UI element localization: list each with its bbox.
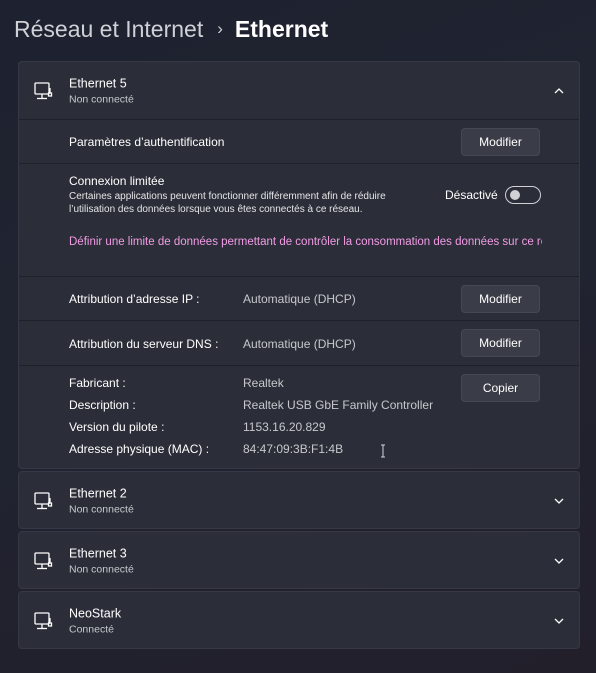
adapter-header-ethernet-5[interactable]: Ethernet 5 Non connecté: [19, 62, 579, 120]
metered-title: Connexion limitée: [69, 174, 165, 188]
adapter-card-ethernet-2[interactable]: Ethernet 2 Non connecté: [18, 471, 580, 529]
chevron-down-icon[interactable]: [553, 555, 565, 567]
manufacturer-value: Realtek: [243, 376, 284, 390]
adapter-card-neostark[interactable]: NeoStark Connecté: [18, 591, 580, 649]
ip-edit-button[interactable]: Modifier: [461, 285, 540, 313]
dns-edit-button[interactable]: Modifier: [461, 329, 540, 357]
auth-settings-row: Paramètres d’authentification Modifier: [19, 120, 579, 164]
metered-description: Certaines applications peuvent fonctionn…: [69, 191, 386, 215]
ethernet-icon: [34, 492, 53, 510]
ip-assignment-value: Automatique (DHCP): [243, 292, 356, 306]
adapter-name: Ethernet 5: [69, 76, 127, 90]
data-limit-link[interactable]: Définir une limite de données permettant…: [69, 236, 542, 248]
adapter-name: Ethernet 3: [69, 546, 127, 561]
ethernet-icon: [34, 81, 53, 99]
page-title: Ethernet: [234, 15, 329, 42]
text-cursor-icon: [381, 444, 385, 458]
ip-assignment-label: Attribution d’adresse IP :: [69, 292, 200, 306]
breadcrumb: Réseau et Internet › Ethernet: [14, 12, 328, 46]
ethernet-icon: [34, 612, 53, 630]
adapter-properties: Fabricant : Realtek Description : Realte…: [19, 366, 579, 470]
chevron-up-icon[interactable]: [553, 85, 565, 97]
driver-version-label: Version du pilote :: [69, 420, 165, 434]
driver-version-value: 1153.16.20.829: [243, 420, 326, 434]
adapter-status: Connecté: [69, 623, 114, 636]
adapter-card-ethernet-5: Ethernet 5 Non connecté Paramètres d’aut…: [18, 61, 580, 469]
adapter-name: Ethernet 2: [69, 486, 127, 501]
breadcrumb-parent-link[interactable]: Réseau et Internet: [14, 16, 203, 43]
adapter-status: Non connecté: [69, 563, 134, 576]
description-value: Realtek USB GbE Family Controller: [243, 398, 434, 412]
metered-toggle-label: Désactivé: [445, 188, 498, 202]
chevron-down-icon[interactable]: [553, 495, 565, 507]
metered-toggle[interactable]: [505, 186, 541, 204]
dns-assignment-row: Attribution du serveur DNS : Automatique…: [19, 321, 579, 366]
ethernet-icon: [34, 552, 53, 570]
metered-connection-row: Connexion limitée Certaines applications…: [19, 164, 579, 277]
adapter-name: NeoStark: [69, 606, 122, 621]
adapter-status: Non connecté: [69, 503, 134, 516]
manufacturer-label: Fabricant :: [69, 376, 126, 390]
adapter-status: Non connecté: [69, 93, 134, 105]
auth-edit-button[interactable]: Modifier: [461, 128, 540, 156]
adapter-card-ethernet-3[interactable]: Ethernet 3 Non connecté: [18, 531, 580, 589]
mac-address-label: Adresse physique (MAC) :: [69, 442, 210, 456]
description-label: Description :: [69, 398, 136, 412]
mac-address-value: 84:47:09:3B:F1:4B: [243, 442, 344, 456]
copy-button[interactable]: Copier: [461, 374, 540, 402]
dns-assignment-value: Automatique (DHCP): [243, 337, 356, 351]
ip-assignment-row: Attribution d’adresse IP : Automatique (…: [19, 277, 579, 321]
dns-assignment-label: Attribution du serveur DNS :: [69, 337, 219, 351]
auth-settings-label: Paramètres d’authentification: [69, 135, 225, 149]
breadcrumb-separator: ›: [217, 19, 223, 38]
chevron-down-icon[interactable]: [553, 615, 565, 627]
